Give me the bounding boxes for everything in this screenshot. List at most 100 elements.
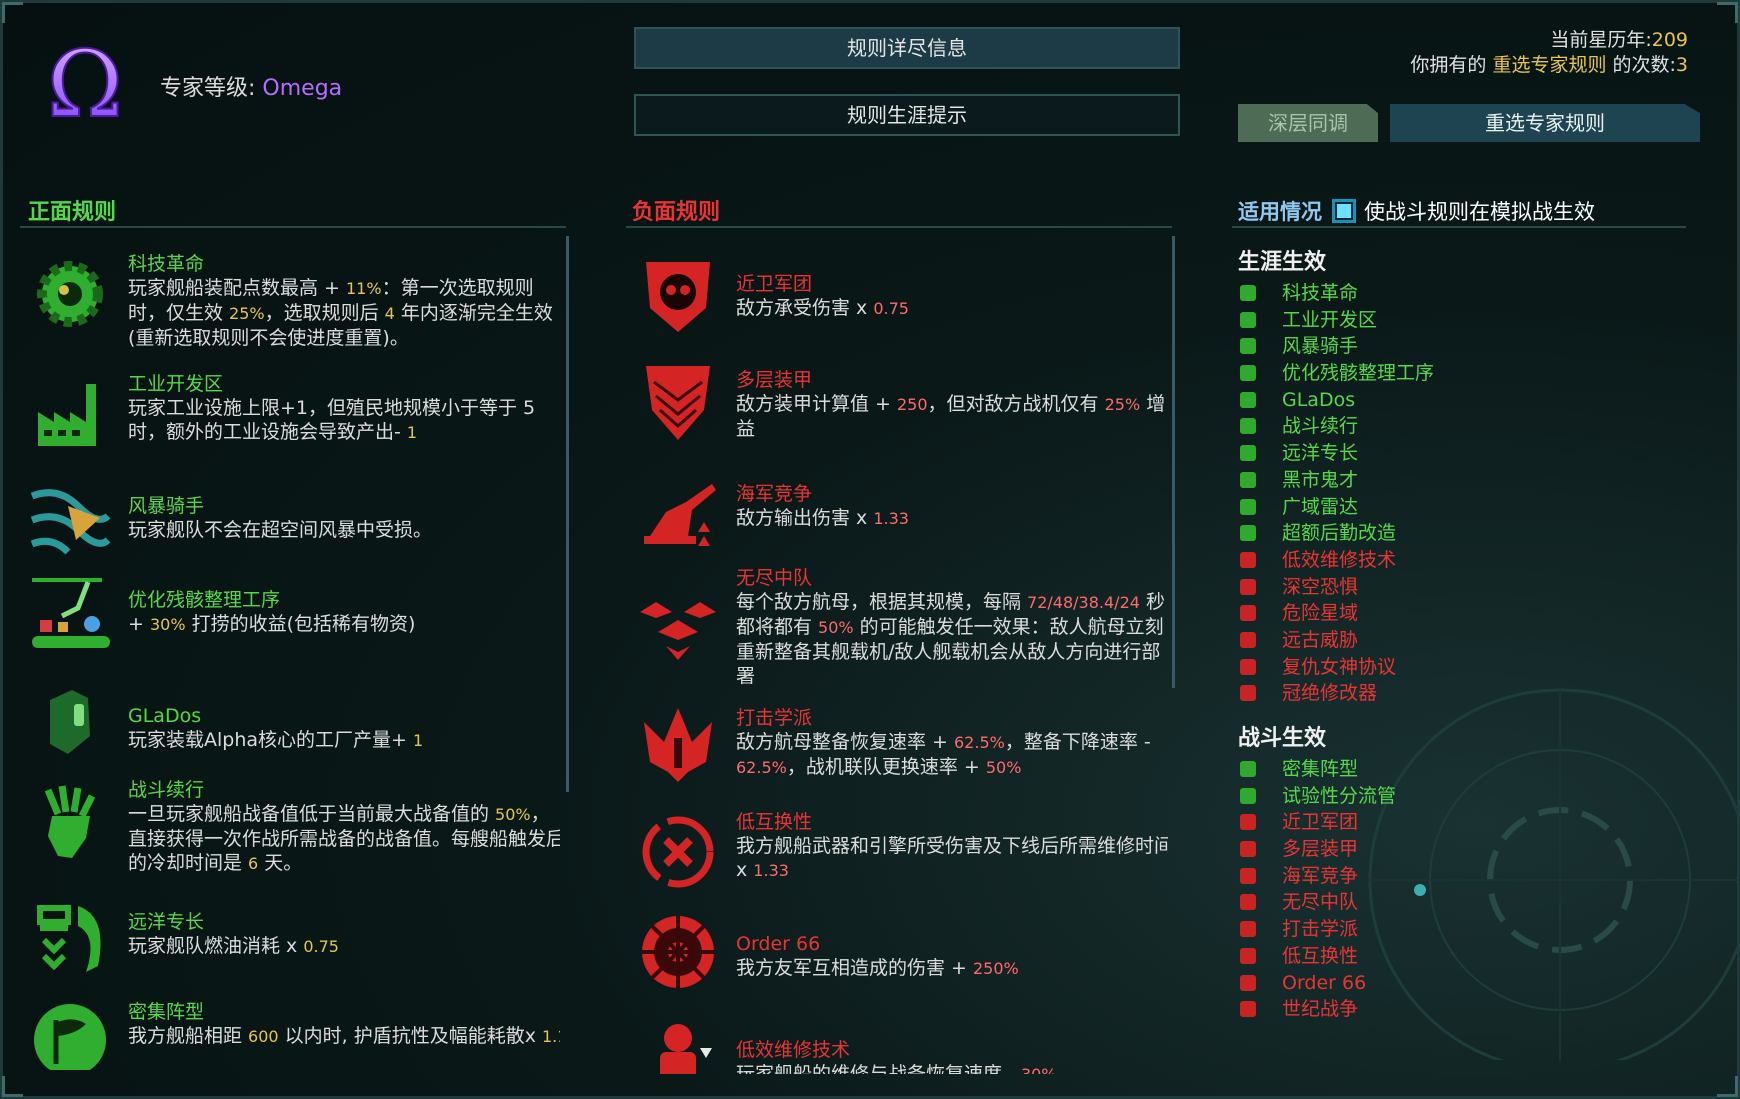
rule-mini-icon [1240,471,1256,488]
rule-mini-icon [1240,311,1256,328]
applicability-item[interactable]: 复仇女神协议 [1240,654,1434,681]
rule-mini-icon [1240,605,1256,622]
era-info: 当前星历年:209 你拥有的 重选专家规则 的次数:3 [1410,29,1688,76]
applicability-item-label: Order 66 [1282,971,1367,994]
rule-mini-icon [1240,498,1256,515]
rule-mini-icon [1240,445,1256,462]
applicability-item[interactable]: 近卫军团 [1240,809,1396,836]
naval-cannon-icon [644,484,716,546]
applicability-item-label: 冠绝修改器 [1282,682,1378,705]
reroll-rules-button[interactable]: 重选专家规则 [1390,104,1700,142]
applicability-item-label: 科技革命 [1282,282,1359,304]
rule-mini-icon [1240,921,1256,938]
applicability-item[interactable]: 危险星域 [1240,600,1434,627]
applicability-item[interactable]: 广域雷达 [1240,494,1434,521]
rule-mini-icon [1240,685,1256,702]
frame-corner [1717,1076,1738,1097]
era-year: 209 [1651,29,1688,51]
applicability-item[interactable]: 风暴骑手 [1240,333,1434,360]
applicability-item[interactable]: 无尽中队 [1240,889,1396,916]
positive-rules-title: 正面规则 [28,200,117,225]
fighter-squadron-icon [640,602,716,660]
positive-scrollbar[interactable] [566,236,569,792]
skull-shield-icon [646,262,710,332]
applicability-item-label: 试验性分流管 [1282,784,1397,807]
applicability-item-label: 危险星域 [1282,602,1359,625]
applicability-item[interactable]: 黑市鬼才 [1240,467,1434,494]
svg-text:Ω: Ω [47,38,123,128]
applicability-item[interactable]: 世纪战争 [1240,996,1396,1023]
rule-mini-icon [1240,761,1256,777]
rule-mini-icon [1240,894,1256,911]
applicability-item[interactable]: 超额后勤改造 [1240,520,1434,547]
rule-mini-icon [1240,285,1256,301]
applicability-item[interactable]: 远洋专长 [1240,440,1434,467]
applicability-item-label: 工业开发区 [1282,308,1378,331]
frame-corner [2,2,23,23]
omega-rank-icon: Ω [46,38,124,128]
applicability-item-label: 多层装甲 [1282,838,1359,861]
applicability-item[interactable]: 深空恐惧 [1240,574,1434,601]
applicability-item-label: 世纪战争 [1282,998,1359,1021]
applicability-item-label: 深空恐惧 [1282,575,1359,598]
applicability-item[interactable]: 多层装甲 [1240,836,1396,863]
applicability-item-label: GLaDos [1282,388,1356,411]
applicability-item[interactable]: 远古威胁 [1240,627,1434,654]
applicability-item[interactable]: 海军竞争 [1240,863,1396,890]
applicability-item-label: 打击学派 [1282,918,1359,941]
simulation-checkbox[interactable] [1332,199,1356,223]
divider [1232,226,1686,228]
repair-worker-icon [660,1024,712,1074]
applicability-item-label: 优化残骸整理工序 [1282,362,1435,385]
rule-mini-icon [1240,525,1256,542]
applicability-item[interactable]: 打击学派 [1240,916,1396,943]
applicability-item[interactable]: 低互换性 [1240,943,1396,970]
negative-rules-title: 负面规则 [632,200,721,225]
applicability-item-label: 超额后勤改造 [1282,522,1397,545]
frame-corner [1717,2,1738,23]
applicability-item[interactable]: 战斗续行 [1240,413,1434,440]
imperial-emblem-icon [642,916,714,988]
rule-mini-icon [1240,365,1256,382]
applicability-item[interactable]: 冠绝修改器 [1240,680,1434,707]
divider [626,226,1172,228]
applicability-item[interactable]: GLaDos [1240,387,1434,414]
factory-icon [38,384,96,446]
applicability-item-label: 密集阵型 [1282,758,1359,780]
applicability-item[interactable]: 科技革命 [1240,280,1434,307]
flag-formation-icon [34,1004,106,1070]
applicability-item[interactable]: 密集阵型 [1240,756,1396,783]
applicability-item-label: 广域雷达 [1282,495,1359,518]
applicability-item[interactable]: 优化残骸整理工序 [1240,360,1434,387]
applicability-item-label: 战斗续行 [1282,415,1359,438]
rule-mini-icon [1240,974,1256,991]
applicability-item-label: 海军竞争 [1282,864,1359,887]
applicability-item[interactable]: 低效维修技术 [1240,547,1434,574]
storm-rider-icon [30,489,111,555]
applicability-item-label: 低效维修技术 [1282,548,1397,571]
applicability-item[interactable]: Order 66 [1240,970,1396,997]
rule-mini-icon [1240,551,1256,568]
negative-scrollbar[interactable] [1172,236,1175,688]
applicability-item[interactable]: 工业开发区 [1240,307,1434,334]
applicability-item-label: 低互换性 [1282,944,1359,967]
rule-mini-icon [1240,418,1256,435]
rule-mini-icon [1240,338,1256,355]
rule-mini-icon [1240,947,1256,964]
layered-armor-icon [646,366,710,440]
applicability-item[interactable]: 试验性分流管 [1240,783,1396,810]
deep-sync-button[interactable]: 深层同调 [1238,104,1378,142]
rule-mini-icon [1240,658,1256,675]
rule-mini-icon [1240,787,1256,804]
glados-core-icon [50,690,90,754]
divider [20,226,566,228]
rule-mini-icon [1240,814,1256,831]
positive-rules-list[interactable]: 科技革命 玩家舰船装配点数最高 + 11%：第一次选取规则时，仅生效 25%，选取… [20,232,560,1070]
career-effective-title: 生涯生效 [1238,250,1327,275]
negative-rules-list[interactable]: 近卫军团 敌方承受伤害 x 0.75 多层装甲 敌方装甲计算值 + 250，但对敌方… [628,232,1168,1074]
rule-mini-icon [1240,631,1256,648]
no-swap-icon [642,816,714,888]
career-tips-button[interactable]: 规则生涯提示 [634,94,1180,136]
rule-details-button[interactable]: 规则详尽信息 [634,27,1180,69]
applicability-header: 适用情况 使战斗规则在模拟战生效 [1238,199,1595,224]
